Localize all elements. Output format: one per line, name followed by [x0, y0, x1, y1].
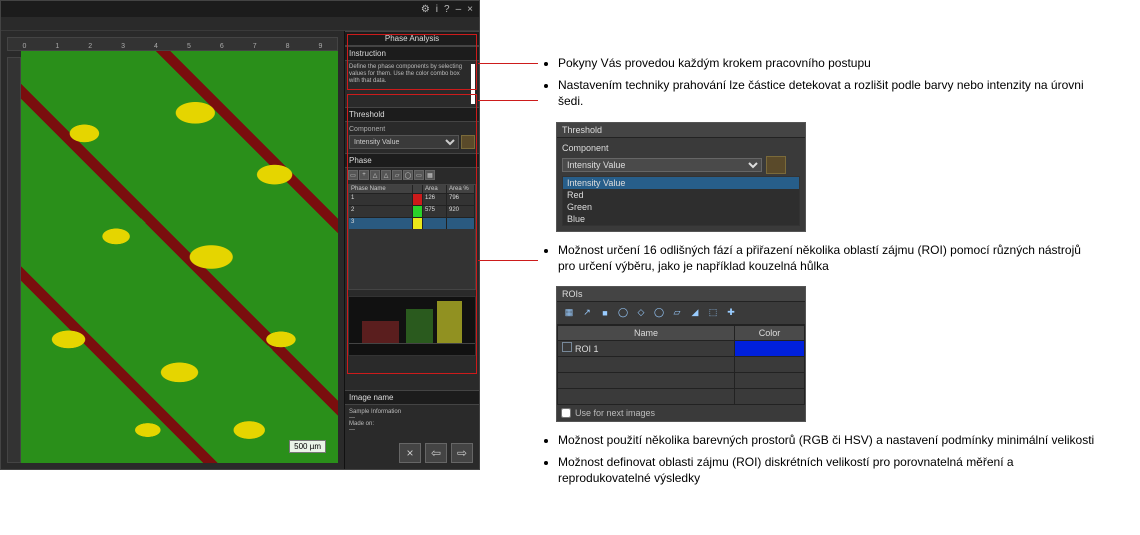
list-item[interactable]: Red	[563, 189, 799, 201]
roi-tool-icon[interactable]: ◇	[633, 305, 649, 321]
component-label: Component	[562, 143, 800, 153]
close-icon[interactable]: ×	[467, 4, 473, 15]
gear-icon[interactable]: ⚙	[421, 4, 430, 15]
roi-tool-icon[interactable]: ◯	[651, 305, 667, 321]
image-info: Sample Information — Made on: —	[345, 405, 479, 437]
roi-tool-icon[interactable]: ◯	[615, 305, 631, 321]
roi-tool-icon[interactable]: ✚	[723, 305, 739, 321]
wizard-nav: × ⇦ ⇨	[345, 437, 479, 469]
list-item[interactable]: Green	[563, 201, 799, 213]
next-button[interactable]: ⇨	[451, 443, 473, 463]
component-select[interactable]: Intensity Value	[562, 158, 762, 172]
callout-threshold-phase	[347, 94, 477, 374]
menu-bar[interactable]	[1, 17, 479, 31]
phase-overlay	[21, 51, 338, 463]
image-viewer[interactable]: 0123456789 500 µm	[1, 31, 344, 469]
microstructure-image[interactable]: 500 µm	[21, 51, 338, 463]
connector-line	[478, 63, 538, 64]
list-item: Možnost definovat oblasti zájmu (ROI) di…	[558, 454, 1100, 486]
help-icon[interactable]: ?	[444, 4, 450, 15]
roi-tool-icon[interactable]: ◢	[687, 305, 703, 321]
ruler-horizontal: 0123456789	[7, 37, 338, 51]
checkbox[interactable]	[561, 408, 571, 418]
list-item: Možnost určení 16 odlišných fází a přiřa…	[558, 242, 1100, 274]
magic-wand-icon[interactable]	[766, 156, 786, 174]
panel-title: Threshold	[557, 123, 805, 138]
list-item[interactable]: Blue	[563, 213, 799, 225]
list-item: Možnost použití několika barevných prost…	[558, 432, 1100, 448]
callout-instruction	[347, 34, 477, 90]
list-item: Nastavením techniky prahování lze částic…	[558, 77, 1100, 109]
connector-line	[478, 100, 538, 101]
roi-table[interactable]: NameColor ROI 1	[557, 325, 805, 405]
info-icon[interactable]: i	[436, 4, 438, 15]
color-cell[interactable]	[735, 340, 805, 356]
window-controls: ⚙ i ? – ×	[1, 1, 479, 17]
roi-tool-icon[interactable]: ■	[597, 305, 613, 321]
panel-title: ROIs	[557, 287, 805, 302]
feature-bullets: Možnost použití několika barevných prost…	[540, 432, 1100, 487]
use-for-next-checkbox[interactable]: Use for next images	[557, 405, 805, 421]
table-row[interactable]	[558, 388, 805, 404]
roi-tool-icon[interactable]: ↗	[579, 305, 595, 321]
component-options-list[interactable]: Intensity Value Red Green Blue	[562, 176, 800, 226]
table-row[interactable]	[558, 356, 805, 372]
image-info-header: Image name	[345, 390, 479, 405]
roi-tool-icon[interactable]: ▱	[669, 305, 685, 321]
feature-bullets: Možnost určení 16 odlišných fází a přiřa…	[540, 242, 1100, 274]
roi-tool-icon[interactable]: ⬚	[705, 305, 721, 321]
minimize-icon[interactable]: –	[456, 4, 462, 15]
table-row[interactable]	[558, 372, 805, 388]
description-panel: Pokyny Vás provedou každým krokem pracov…	[540, 55, 1100, 493]
feature-bullets: Pokyny Vás provedou každým krokem pracov…	[540, 55, 1100, 110]
scale-bar: 500 µm	[289, 440, 326, 453]
list-item: Pokyny Vás provedou každým krokem pracov…	[558, 55, 1100, 71]
cancel-button[interactable]: ×	[399, 443, 421, 463]
list-item[interactable]: Intensity Value	[563, 177, 799, 189]
rois-detail-panel: ROIs ▦ ↗ ■ ◯ ◇ ◯ ▱ ◢ ⬚ ✚ NameColor ROI 1…	[556, 286, 806, 422]
prev-button[interactable]: ⇦	[425, 443, 447, 463]
connector-line	[478, 260, 538, 261]
table-row[interactable]: ROI 1	[558, 340, 805, 356]
roi-tool-icon[interactable]: ▦	[561, 305, 577, 321]
roi-icon	[562, 342, 572, 352]
ruler-vertical	[7, 57, 21, 463]
roi-toolbar: ▦ ↗ ■ ◯ ◇ ◯ ▱ ◢ ⬚ ✚	[557, 302, 805, 325]
threshold-detail-panel: Threshold Component Intensity Value Inte…	[556, 122, 806, 232]
